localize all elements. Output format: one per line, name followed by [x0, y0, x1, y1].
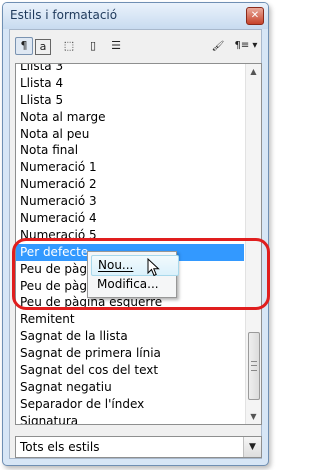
page-styles-button[interactable]: ▯	[84, 37, 102, 55]
style-list-item[interactable]: Llista 4	[16, 75, 244, 92]
character-styles-icon: a	[39, 40, 47, 53]
style-filter-select[interactable]: Tots els estils ▼	[15, 436, 262, 458]
close-button[interactable]: ✕	[246, 7, 264, 25]
paint-bucket-icon: 🖌	[211, 41, 225, 52]
style-list-item[interactable]: Numeració 3	[16, 193, 244, 210]
menu-item-new-label: Nou...	[98, 258, 134, 272]
style-list-item[interactable]: Llista 5	[16, 92, 244, 109]
menu-item-new[interactable]: Nou...	[91, 255, 179, 276]
style-list-item[interactable]: Numeració 1	[16, 159, 244, 176]
style-list-item[interactable]: Llista 3	[16, 64, 244, 75]
scroll-down-arrow-icon[interactable]: ▼	[246, 409, 261, 424]
menu-item-modify-label: Modifica...	[97, 277, 159, 291]
style-list-item[interactable]: Sagnat del cos del text	[16, 362, 244, 379]
chevron-down-icon[interactable]: ▼	[243, 437, 261, 457]
paragraph-styles-icon: ¶	[20, 39, 28, 52]
scroll-up-arrow-icon[interactable]: ▲	[246, 64, 261, 79]
style-list-item[interactable]: Signatura	[16, 413, 244, 424]
style-list-item[interactable]: Numeració 2	[16, 176, 244, 193]
paragraph-styles-button[interactable]: ¶	[15, 37, 33, 55]
grip-icon	[251, 361, 257, 371]
new-style-from-selection-button[interactable]: ¶≡ ▾	[228, 37, 264, 55]
style-list-item[interactable]: Sagnat negatiu	[16, 379, 244, 396]
character-styles-button[interactable]: a	[35, 39, 51, 55]
style-list-item[interactable]: Nota al marge	[16, 109, 244, 126]
window-title: Estils i formatació	[10, 8, 118, 22]
styles-and-formatting-window: Estils i formatació ✕ ¶ a ⬚ ▯ ☰ 🖌 ¶≡ ▾ L…	[2, 2, 269, 466]
style-list-item[interactable]: Separador de l'índex	[16, 396, 244, 413]
style-family-toolbar: ¶ a ⬚ ▯ ☰ 🖌 ¶≡ ▾	[10, 30, 261, 60]
style-list-item[interactable]: Sagnat de la llista	[16, 328, 244, 345]
menu-item-modify[interactable]: Modifica...	[91, 275, 177, 294]
style-list-item[interactable]: Nota al peu	[16, 126, 244, 143]
frame-styles-icon: ⬚	[63, 39, 75, 52]
fill-format-mode-button[interactable]: 🖌	[208, 37, 228, 55]
list-styles-button[interactable]: ☰	[107, 37, 125, 55]
style-list-item[interactable]: Remitent	[16, 311, 244, 328]
style-list-item[interactable]: Numeració 4	[16, 210, 244, 227]
page-styles-icon: ▯	[89, 39, 97, 52]
list-styles-icon: ☰	[111, 39, 121, 52]
style-list-item[interactable]: Sagnat de primera línia	[16, 345, 244, 362]
context-menu: Nou... Modifica...	[87, 251, 179, 298]
title-bar[interactable]: Estils i formatació ✕	[3, 3, 268, 29]
mouse-pointer-icon	[147, 258, 160, 277]
style-list-item[interactable]: Nota final	[16, 142, 244, 159]
frame-styles-button[interactable]: ⬚	[60, 37, 78, 55]
style-filter-value: Tots els estils	[20, 440, 100, 454]
new-style-menu-icon: ¶≡ ▾	[234, 40, 258, 51]
scrollbar-thumb[interactable]	[248, 332, 260, 400]
